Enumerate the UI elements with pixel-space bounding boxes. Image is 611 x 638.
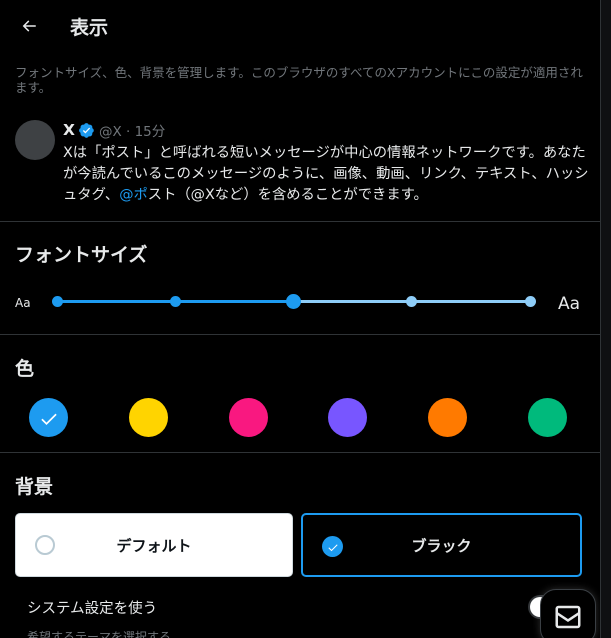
post-author-name: X — [63, 121, 75, 139]
post-handle-time: @X · 15分 — [98, 124, 166, 140]
messages-button[interactable] — [540, 589, 596, 638]
header: 表示 — [0, 0, 600, 53]
color-swatch-green[interactable] — [528, 398, 567, 437]
font-size-step-5[interactable] — [524, 296, 536, 307]
preview-post: X @X · 15分 Xは「ポスト」と呼ばれる短いメッセージが中心の情報ネットワ… — [15, 118, 590, 208]
post-mention[interactable]: @ポ — [119, 187, 148, 203]
divider — [0, 452, 600, 453]
background-title: 背景 — [15, 476, 54, 498]
divider — [0, 221, 600, 222]
post-body: Xは「ポスト」と呼ばれる短いメッセージが中心の情報ネットワークです。あなたが今読… — [63, 143, 591, 206]
font-size-slider[interactable] — [51, 294, 536, 309]
verified-badge-icon — [79, 122, 94, 138]
radio-unchecked-icon — [35, 535, 55, 555]
font-size-step-1[interactable] — [51, 296, 63, 307]
font-size-step-2[interactable] — [169, 296, 181, 307]
settings-description: フォントサイズ、色、背景を管理します。このブラウザのすべてのXアカウントにこの設… — [15, 65, 583, 95]
scrollbar[interactable] — [600, 0, 611, 638]
font-size-title: フォントサイズ — [15, 244, 148, 266]
font-size-large-label: Aa — [558, 294, 581, 314]
mail-icon — [555, 605, 581, 629]
background-default-label: デフォルト — [116, 536, 192, 555]
divider — [0, 334, 600, 335]
background-black-option[interactable]: ブラック — [301, 513, 582, 577]
color-swatch-orange[interactable] — [428, 398, 468, 437]
system-settings-label: システム設定を使う — [27, 601, 158, 617]
font-size-step-4[interactable] — [406, 296, 418, 307]
color-title: 色 — [15, 358, 35, 380]
color-swatch-blue[interactable] — [29, 398, 68, 437]
page-title: 表示 — [70, 17, 109, 39]
font-size-small-label: Aa — [15, 296, 31, 310]
color-swatch-purple[interactable] — [328, 398, 368, 437]
check-icon — [327, 543, 338, 551]
background-black-label: ブラック — [411, 536, 472, 555]
font-size-slider-thumb[interactable] — [286, 294, 301, 309]
color-swatch-yellow[interactable] — [128, 398, 168, 437]
color-swatch-pink[interactable] — [228, 398, 268, 437]
check-icon — [40, 413, 57, 425]
avatar — [15, 120, 55, 160]
post-header: X @X · 15分 — [63, 120, 165, 140]
arrow-left-icon — [22, 20, 36, 32]
back-button[interactable] — [12, 9, 46, 43]
radio-checked-icon — [322, 536, 343, 557]
display-settings-panel: 表示 フォントサイズ、色、背景を管理します。このブラウザのすべてのXアカウントに… — [0, 0, 600, 638]
post-text-part2: スト（@Xなど）を含めることができます。 — [147, 187, 428, 203]
background-default-option[interactable]: デフォルト — [15, 513, 293, 577]
color-options — [29, 398, 567, 438]
system-settings-sublabel: 希望するテーマを選択する — [27, 630, 172, 638]
